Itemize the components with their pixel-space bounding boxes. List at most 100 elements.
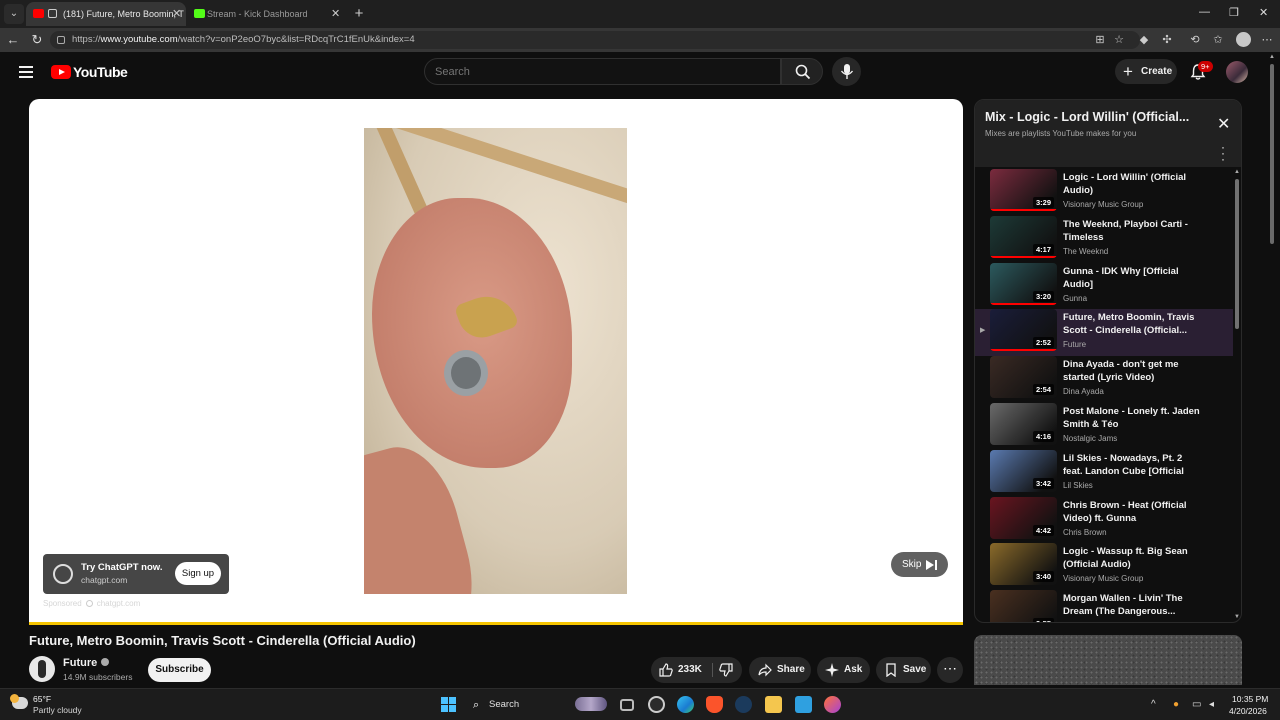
channel-avatar[interactable] [29, 656, 55, 682]
duration-badge: 3:55 [1032, 618, 1054, 622]
create-button[interactable]: + Create [1115, 59, 1177, 84]
playlist-item-title: Logic - Lord Willin' (Official Audio) [1063, 172, 1187, 196]
browser-profile-avatar[interactable] [1236, 32, 1251, 47]
playlist-menu-icon[interactable]: · · · [1221, 141, 1225, 165]
edge-icon[interactable] [677, 696, 694, 713]
playlist-item[interactable]: 3:29 Logic - Lord Willin' (Official Audio… [975, 169, 1233, 216]
speaker-icon[interactable] [48, 9, 57, 18]
windows-start-icon[interactable] [441, 697, 456, 712]
account-avatar[interactable] [1226, 61, 1248, 83]
translate-icon[interactable]: ⟲ [1189, 34, 1201, 46]
site-info-icon[interactable] [57, 36, 65, 44]
playlist-item[interactable]: 4:16 Post Malone - Lonely ft. Jaden Smith… [975, 403, 1233, 450]
clock-time[interactable]: 10:35 PM [1232, 694, 1268, 704]
task-view-icon[interactable] [620, 699, 634, 711]
ad-card[interactable]: Try ChatGPT now. chatgpt.com Sign up [43, 554, 229, 594]
extension-diamond-icon[interactable]: ◆ [1138, 34, 1150, 46]
page-scrollbar[interactable]: ▲ [1269, 54, 1275, 684]
search-button[interactable] [781, 58, 823, 85]
file-explorer-icon[interactable] [765, 696, 782, 713]
menu-icon[interactable] [19, 66, 33, 78]
firefox-icon[interactable] [824, 696, 841, 713]
video-frame [364, 128, 627, 594]
microphone-tray-icon[interactable]: ● [1173, 699, 1179, 710]
info-icon[interactable] [85, 600, 93, 607]
playlist-thumbnail[interactable]: 3:55 [990, 590, 1057, 622]
playlist-item[interactable]: 4:17 The Weeknd, Playboi Carti - Timeless… [975, 215, 1233, 263]
thumbs-down-icon[interactable] [719, 663, 733, 677]
playlist-title[interactable]: Mix - Logic - Lord Willin' (Official... [985, 110, 1189, 124]
playlist-scrollbar[interactable]: ▲ ▼ [1234, 169, 1240, 622]
subscribe-button[interactable]: Subscribe [148, 658, 211, 682]
playlist-item[interactable]: ▶ 2:52 Future, Metro Boomin, Travis Scott … [975, 309, 1233, 357]
clock-date[interactable]: 4/20/2026 [1229, 706, 1267, 716]
playlist-thumbnail[interactable]: 4:42 [990, 496, 1057, 539]
tab-search-button[interactable]: ⌄ [4, 4, 24, 24]
save-button[interactable]: Save [876, 657, 931, 683]
close-playlist-icon[interactable]: ✕ [1217, 114, 1230, 134]
like-button[interactable]: 233K [651, 657, 711, 683]
scroll-up-icon[interactable]: ▲ [1269, 54, 1275, 60]
video-player[interactable]: Try ChatGPT now. chatgpt.com Sign up Spo… [29, 99, 963, 623]
search-input[interactable] [435, 64, 765, 80]
scroll-down-icon[interactable]: ▼ [1234, 614, 1240, 620]
playlist-thumbnail[interactable]: 2:54 [990, 356, 1057, 399]
playlist-item[interactable]: 4:42 Chris Brown - Heat (Official Video) … [975, 496, 1233, 544]
more-actions-icon[interactable]: ⋯ [937, 657, 963, 683]
app-f-icon[interactable] [795, 696, 812, 713]
playlist-thumbnail[interactable]: 3:42 [990, 449, 1057, 492]
playlist-item-title: Dina Ayada - don't get me started (Lyric… [1063, 359, 1179, 384]
sponsored-domain[interactable]: chatgpt.com [97, 599, 141, 608]
app-install-icon[interactable]: ⊞ [1094, 34, 1106, 46]
reload-icon[interactable]: ↻ [29, 32, 45, 48]
scrollbar-thumb[interactable] [1235, 179, 1239, 329]
weather-condition[interactable]: Partly cloudy [33, 705, 82, 715]
channel-name[interactable]: Future [63, 657, 110, 669]
playlist-thumbnail[interactable]: 4:16 [990, 403, 1057, 445]
steam-icon[interactable] [735, 696, 752, 713]
playlist-thumbnail[interactable]: 4:17 [990, 215, 1057, 258]
playlist-thumbnail[interactable]: 2:52 [990, 309, 1057, 352]
speaker-tray-icon[interactable]: ◂ [1209, 699, 1214, 710]
scrollbar-thumb[interactable] [1270, 64, 1274, 244]
bookmark-star-icon[interactable]: ☆ [1113, 34, 1125, 46]
tab-kick-dashboard[interactable]: Stream - Kick Dashboard ✕ [187, 2, 347, 26]
back-icon[interactable]: ← [5, 32, 21, 48]
ask-button[interactable]: Ask [817, 657, 870, 683]
browser-menu-icon[interactable]: ⋯ [1261, 34, 1273, 46]
sidebar-ad-placeholder[interactable] [974, 635, 1242, 685]
ad-signup-button[interactable]: Sign up [175, 562, 221, 585]
share-button[interactable]: Share [749, 657, 811, 683]
new-tab-button[interactable]: + [352, 4, 366, 24]
network-icon[interactable]: ▭ [1192, 699, 1201, 710]
skip-ad-button[interactable]: Skip [891, 552, 948, 577]
url-text: https://www.youtube.com/watch?v=onP2eoO7… [72, 34, 415, 45]
restore-icon[interactable]: ❐ [1229, 6, 1239, 19]
playlist-item[interactable]: 2:54 Dina Ayada - don't get me started (L… [975, 356, 1233, 403]
taskbar-search[interactable]: ⌕ Search [463, 693, 613, 717]
playlist-item[interactable]: 3:42 Lil Skies - Nowadays, Pt. 2 feat. La… [975, 449, 1233, 497]
weather-cloud-icon[interactable] [10, 694, 28, 709]
favorites-icon[interactable]: ✩ [1212, 34, 1224, 46]
minimize-icon[interactable]: — [1199, 6, 1210, 18]
close-tab-icon[interactable]: ✕ [331, 2, 340, 26]
chrome-icon[interactable] [648, 696, 665, 713]
brave-icon[interactable] [706, 696, 723, 713]
playlist-item[interactable]: 3:55 Morgan Wallen - Livin' The Dream (Th… [975, 590, 1233, 622]
scroll-up-icon[interactable]: ▲ [1234, 169, 1240, 175]
show-hidden-icons[interactable]: ^ [1151, 699, 1156, 710]
playlist-thumbnail[interactable]: 3:40 [990, 543, 1057, 586]
playlist-panel: Mix - Logic - Lord Willin' (Official... … [974, 99, 1242, 623]
weather-temperature[interactable]: 65°F [33, 694, 51, 704]
extensions-puzzle-icon[interactable]: ✣ [1161, 34, 1173, 46]
voice-search-button[interactable] [832, 57, 861, 86]
playlist-thumbnail[interactable]: 3:29 [990, 169, 1057, 211]
window-close-icon[interactable]: ✕ [1259, 6, 1268, 19]
playlist-thumbnail[interactable]: 3:20 [990, 262, 1057, 305]
playlist-item[interactable]: 3:40 Logic - Wassup ft. Big Sean (Officia… [975, 543, 1233, 590]
close-tab-icon[interactable]: ✕ [172, 2, 181, 26]
ad-progress-bar[interactable] [29, 622, 963, 625]
playlist-item[interactable]: 3:20 Gunna - IDK Why [Official Audio] Gunn… [975, 262, 1233, 310]
url-field[interactable]: https://www.youtube.com/watch?v=onP2eoO7… [50, 31, 1140, 49]
tab-youtube[interactable]: (181) Future, Metro Boomin, T ✕ [26, 2, 186, 26]
